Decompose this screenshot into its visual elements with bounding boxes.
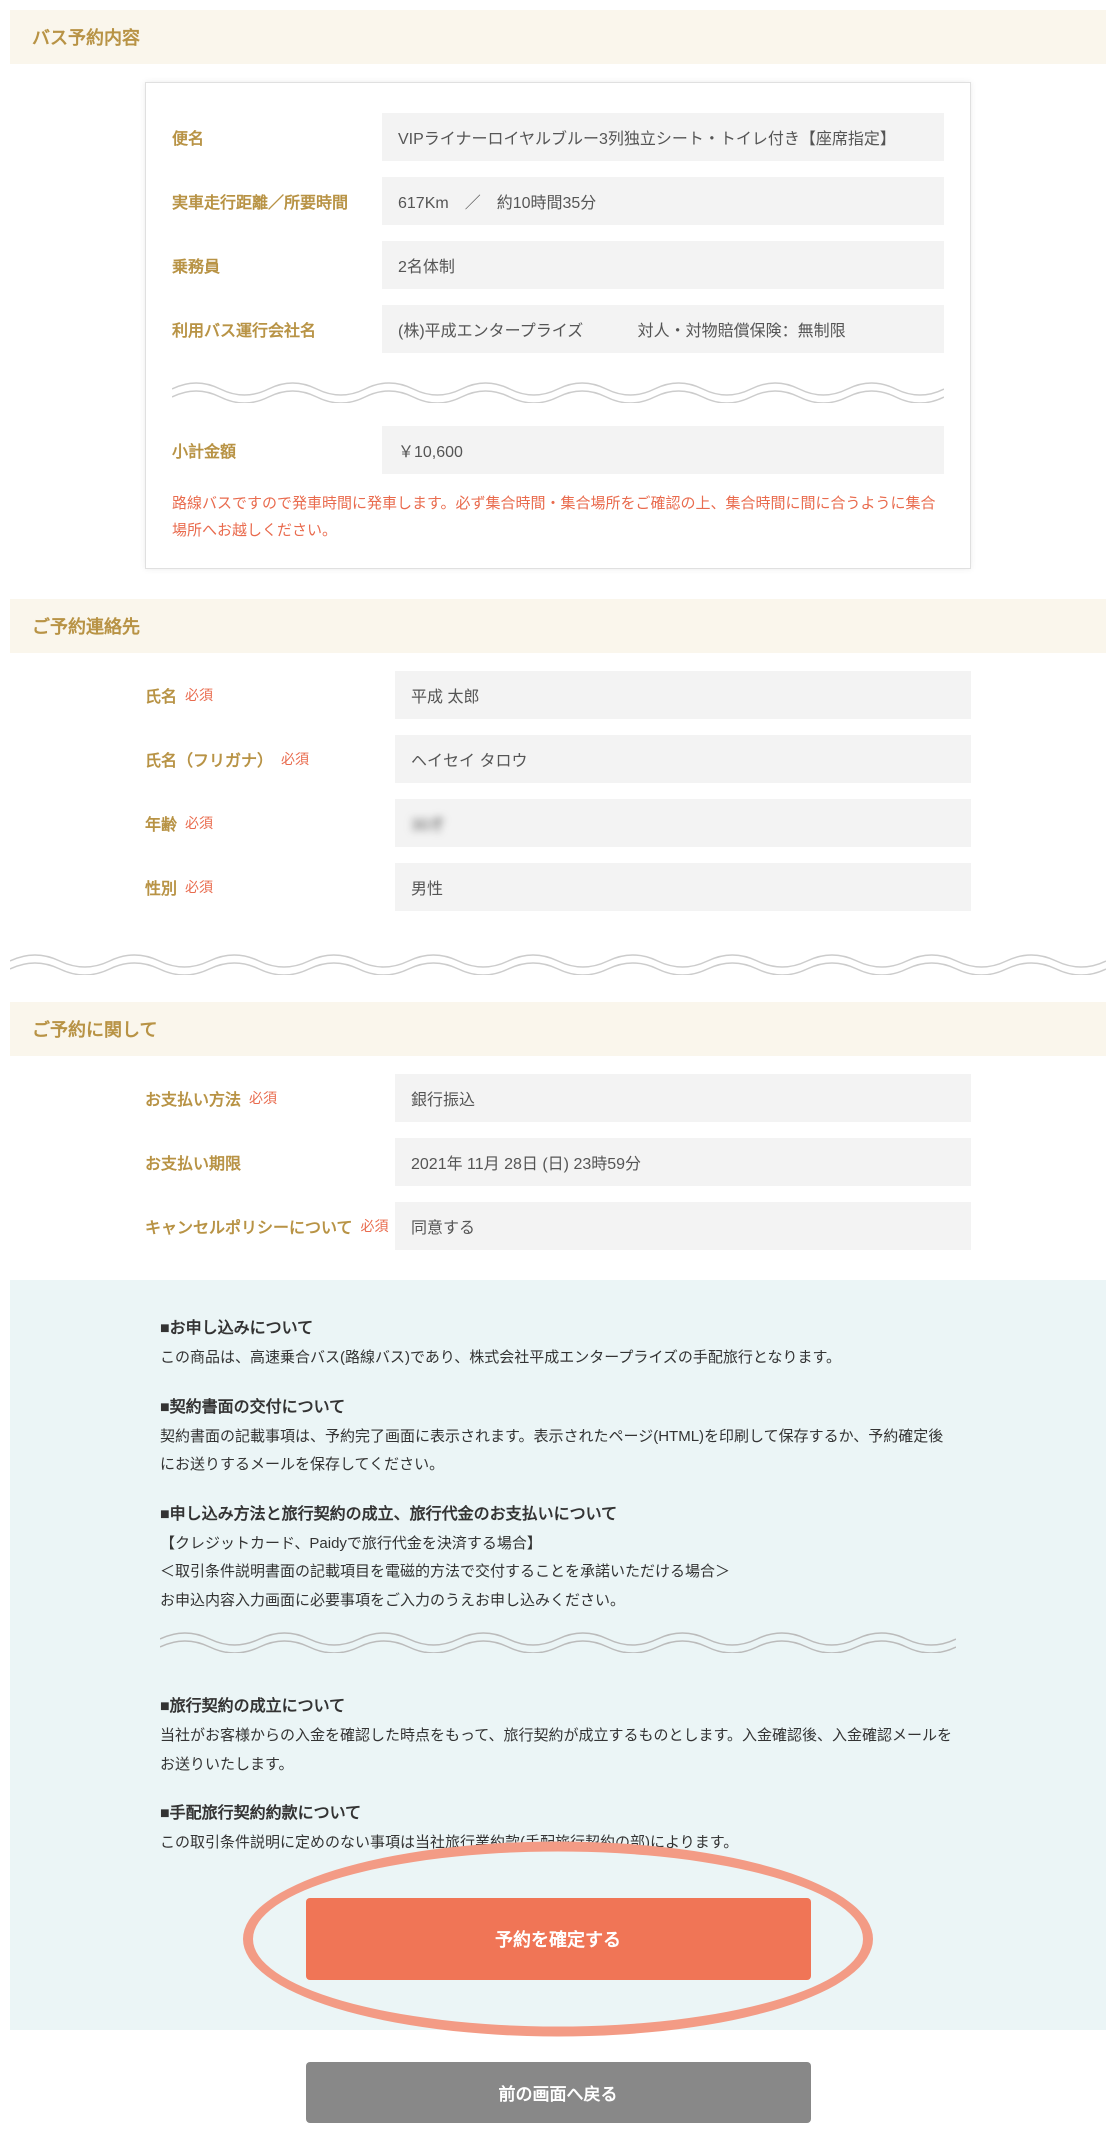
value-age: 30才 xyxy=(395,799,971,847)
value-crew: 2名体制 xyxy=(382,241,944,289)
info-h-payment: ■申し込み方法と旅行契約の成立、旅行代金のお支払いについて xyxy=(160,1500,956,1524)
contact-block: 氏名必須 平成 太郎 氏名（フリガナ）必須 ヘイセイ タロウ 年齢必須 30才 … xyxy=(145,671,971,911)
wave-separator-icon xyxy=(172,375,944,403)
info-h-terms: ■手配旅行契約約款について xyxy=(160,1799,956,1823)
value-due: 2021年 11月 28日 (日) 23時59分 xyxy=(395,1138,971,1186)
value-cancel-policy: 同意する xyxy=(395,1202,971,1250)
value-bin: VIPライナーロイヤルブルー3列独立シート・トイレ付き【座席指定】 xyxy=(382,113,944,161)
info-h-contract-doc: ■契約書面の交付について xyxy=(160,1393,956,1417)
wave-separator-icon xyxy=(160,1625,956,1653)
required-tag: 必須 xyxy=(281,749,309,769)
required-tag: 必須 xyxy=(249,1088,277,1108)
label-payment: お支払い方法必須 xyxy=(145,1086,395,1110)
section-header-bus: バス予約内容 xyxy=(10,10,1106,64)
required-tag: 必須 xyxy=(185,877,213,897)
value-kana: ヘイセイ タロウ xyxy=(395,735,971,783)
value-subtotal: ￥10,600 xyxy=(382,426,944,474)
booking-block: お支払い方法必須 銀行振込 お支払い期限 2021年 11月 28日 (日) 2… xyxy=(145,1074,971,1250)
bus-details-card: 便名 VIPライナーロイヤルブルー3列独立シート・トイレ付き【座席指定】 実車走… xyxy=(145,82,971,569)
value-payment: 銀行振込 xyxy=(395,1074,971,1122)
info-p-apply: この商品は、高速乗合バス(路線バス)であり、株式会社平成エンタープライズの手配旅… xyxy=(160,1344,956,1373)
value-name: 平成 太郎 xyxy=(395,671,971,719)
info-h-establish: ■旅行契約の成立について xyxy=(160,1692,956,1716)
label-crew: 乗務員 xyxy=(172,253,382,277)
info-p-payment-b: ＜取引条件説明書面の記載項目を電磁的方法で交付することを承諾いただける場合＞ xyxy=(160,1558,956,1587)
label-age: 年齢必須 xyxy=(145,811,395,835)
required-tag: 必須 xyxy=(361,1216,389,1236)
label-bin: 便名 xyxy=(172,125,382,149)
wave-separator-icon xyxy=(10,947,1106,975)
label-due: お支払い期限 xyxy=(145,1150,395,1174)
required-tag: 必須 xyxy=(185,685,213,705)
value-company: (株)平成エンタープライズ 対人・対物賠償保険：無制限 xyxy=(382,305,944,353)
section-header-contact: ご予約連絡先 xyxy=(10,599,1106,653)
value-distance: 617Km ／ 約10時間35分 xyxy=(382,177,944,225)
required-tag: 必須 xyxy=(185,813,213,833)
label-distance: 実車走行距離／所要時間 xyxy=(172,189,382,213)
info-p-establish: 当社がお客様からの入金を確認した時点をもって、旅行契約が成立するものとします。入… xyxy=(160,1722,956,1779)
label-cancel-policy: キャンセルポリシーについて必須 xyxy=(145,1214,395,1238)
back-button[interactable]: 前の画面へ戻る xyxy=(306,2062,811,2123)
confirm-booking-button[interactable]: 予約を確定する xyxy=(306,1898,811,1980)
label-name: 氏名必須 xyxy=(145,683,395,707)
info-panel: ■お申し込みについて この商品は、高速乗合バス(路線バス)であり、株式会社平成エ… xyxy=(10,1280,1106,2030)
value-sex: 男性 xyxy=(395,863,971,911)
bus-notice: 路線バスですので発車時間に発車します。必ず集合時間・集合場所をご確認の上、集合時… xyxy=(172,490,944,544)
label-kana: 氏名（フリガナ）必須 xyxy=(145,747,395,771)
label-sex: 性別必須 xyxy=(145,875,395,899)
label-subtotal: 小計金額 xyxy=(172,438,382,462)
section-header-booking: ご予約に関して xyxy=(10,1002,1106,1056)
info-p-contract-doc: 契約書面の記載事項は、予約完了画面に表示されます。表示されたページ(HTML)を… xyxy=(160,1423,956,1480)
label-company: 利用バス運行会社名 xyxy=(172,317,382,341)
info-h-apply: ■お申し込みについて xyxy=(160,1314,956,1338)
info-p-terms: この取引条件説明に定めのない事項は当社旅行業約款(手配旅行契約の部)によります。 xyxy=(160,1829,956,1858)
info-p-payment-a: 【クレジットカード、Paidyで旅行代金を決済する場合】 xyxy=(160,1530,956,1559)
info-p-payment-c: お申込内容入力画面に必要事項をご入力のうえお申し込みください。 xyxy=(160,1587,956,1616)
